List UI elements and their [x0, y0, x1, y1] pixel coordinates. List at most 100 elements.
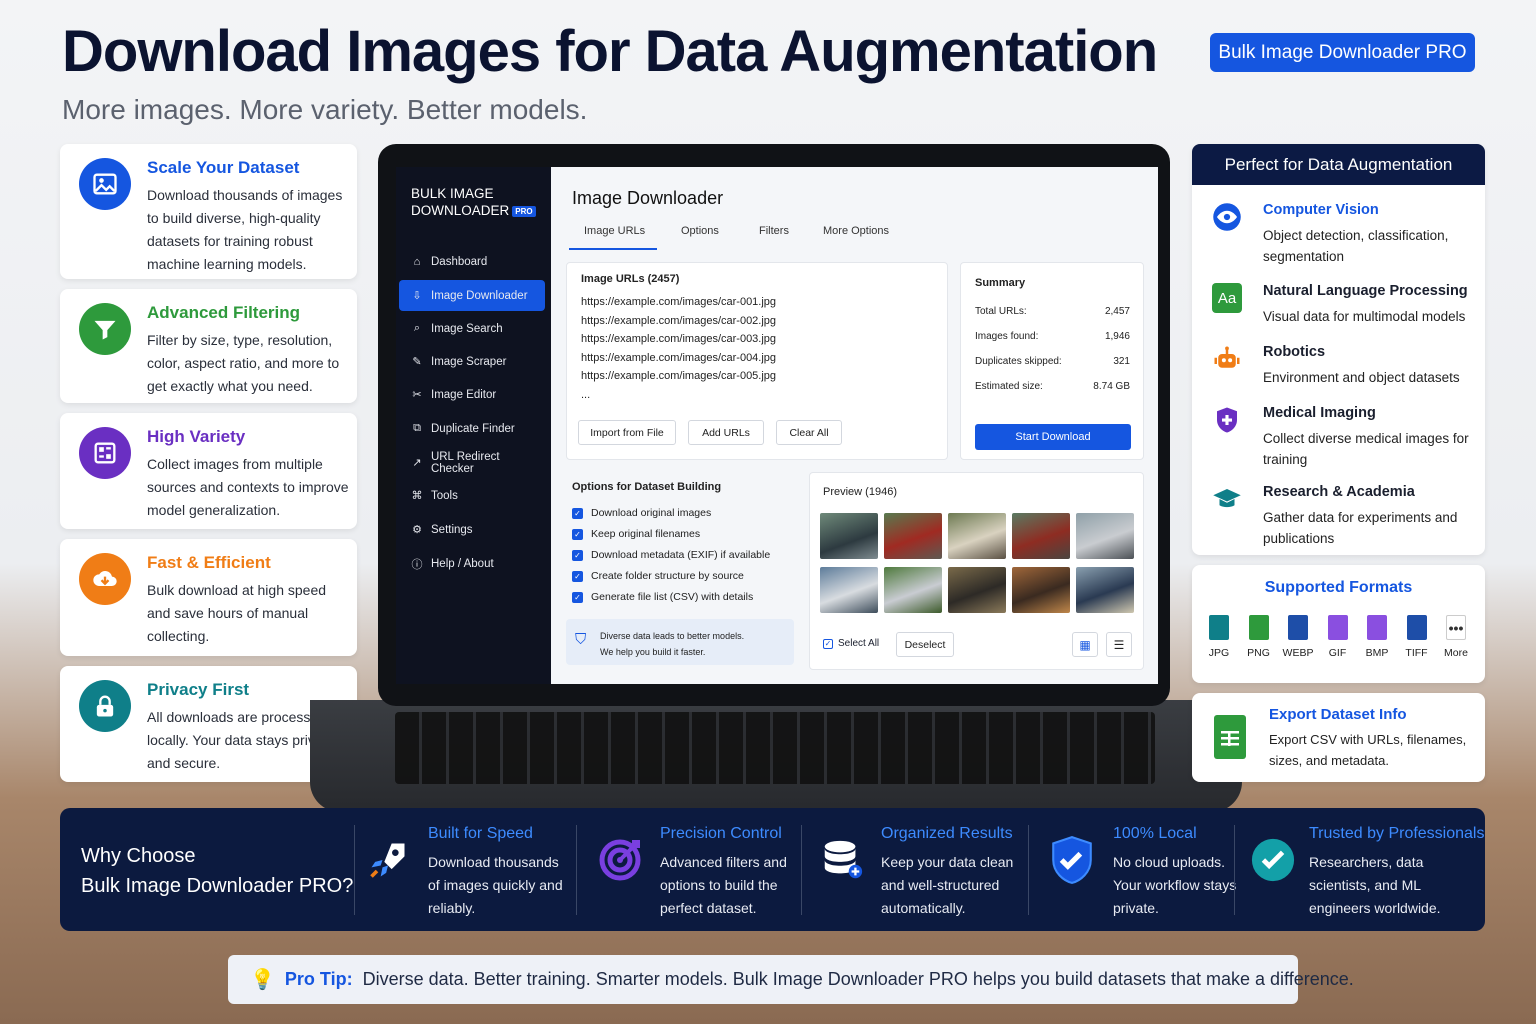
sidebar-item-settings[interactable]: ⚙ Settings [399, 514, 545, 545]
summary-title: Summary [975, 277, 1026, 289]
url-item[interactable]: https://example.com/images/car-004.jpg [581, 352, 776, 364]
page-title: Download Images for Data Augmentation [62, 19, 1158, 84]
graduation-cap-icon [1212, 484, 1242, 514]
file-icon [1367, 615, 1387, 640]
eye-icon [1212, 202, 1242, 232]
option-checkbox[interactable]: ✓ Keep original filenames [572, 528, 700, 540]
start-download-button[interactable]: Start Download [975, 424, 1131, 450]
option-checkbox[interactable]: ✓ Generate file list (CSV) with details [572, 591, 753, 603]
sidebar-item-image-editor[interactable]: ✂ Image Editor [399, 379, 545, 410]
file-icon [1406, 615, 1427, 640]
url-item[interactable]: https://example.com/images/car-001.jpg [581, 296, 776, 308]
url-item[interactable]: ... [581, 389, 590, 401]
preview-thumbnail[interactable] [884, 513, 942, 559]
add-urls-button[interactable]: Add URLs [688, 420, 764, 445]
url-item[interactable]: https://example.com/images/car-002.jpg [581, 315, 776, 327]
checkbox-checked-icon[interactable]: ✓ [572, 507, 583, 519]
crop-icon: ✂ [412, 389, 422, 401]
file-icon [1248, 615, 1269, 640]
import-file-button[interactable]: Import from File [578, 420, 676, 445]
file-icon [1288, 615, 1308, 640]
tab-options[interactable]: Options [681, 225, 719, 237]
export-title: Export Dataset Info [1269, 706, 1407, 723]
grid-view-icon[interactable]: ▦ [1072, 632, 1098, 657]
lightbulb-icon: 💡 [250, 969, 275, 991]
preview-thumbnail[interactable] [820, 567, 878, 613]
checkbox-checked-icon[interactable]: ✓ [572, 591, 583, 603]
formats-card: Supported Formats JPG PNG WEBP GIF BMP TIFF ••… [1192, 565, 1485, 683]
image-icon [79, 158, 131, 210]
sidebar-item-duplicate-finder[interactable]: ⧉ Duplicate Finder [399, 413, 545, 444]
sidebar-item-dashboard[interactable]: ⌂ Dashboard [399, 246, 545, 277]
app-brand: BULK IMAGE DOWNLOADER PRO [411, 185, 536, 220]
home-icon: ⌂ [413, 255, 421, 268]
summary-panel: Summary Total URLs: 2,457 Images found: 1,9… [960, 262, 1144, 460]
clear-all-button[interactable]: Clear All [776, 420, 842, 445]
option-checkbox[interactable]: ✓ Download metadata (EXIF) if available [572, 549, 770, 561]
laptop-keyboard [395, 712, 1155, 784]
target-icon [594, 834, 646, 886]
option-checkbox[interactable]: ✓ Create folder structure by source [572, 570, 744, 582]
shield-check-icon [1046, 834, 1098, 886]
pro-tip-text: Diverse data. Better training. Smarter m… [362, 969, 1354, 989]
sidebar-item-url-redirect-checker[interactable]: ↗ URL Redirect Checker [399, 447, 545, 478]
preview-thumbnail[interactable] [1076, 513, 1134, 559]
urls-panel: Image URLs (2457) https://example.com/im… [566, 262, 948, 460]
tip-note: ⛉ Diverse data leads to better models. W… [566, 619, 794, 665]
product-badge[interactable]: Bulk Image Downloader PRO [1210, 33, 1475, 72]
format-webp: WEBP [1280, 615, 1316, 659]
preview-thumbnail[interactable] [884, 567, 942, 613]
checkbox-checked-icon[interactable]: ✓ [572, 570, 583, 582]
sidebar-item-image-search[interactable]: ⌕ Image Search [399, 313, 545, 344]
tab-more-options[interactable]: More Options [823, 225, 889, 237]
summary-row: Total URLs: 2,457 [975, 306, 1130, 317]
option-checkbox[interactable]: ✓ Download original images [572, 507, 711, 519]
preview-thumbnail[interactable] [1076, 567, 1134, 613]
cloud-download-icon [79, 553, 131, 605]
pro-badge: PRO [512, 205, 536, 217]
sidebar-item-image-downloader[interactable]: ⇩ Image Downloader [399, 280, 545, 311]
usecases-list: Computer Vision Object detection, classi… [1192, 185, 1485, 555]
preview-thumbnail[interactable] [1012, 513, 1070, 559]
deselect-button[interactable]: Deselect [896, 632, 954, 657]
scraper-icon: ✎ [412, 356, 422, 368]
spreadsheet-icon [1214, 715, 1246, 759]
list-view-icon[interactable]: ☰ [1106, 632, 1132, 657]
format-bmp: BMP [1359, 615, 1395, 659]
feature-card-scale: Scale Your Dataset Download thousands of… [60, 144, 357, 279]
feature-desc: Download thousands of images to build di… [147, 187, 343, 272]
select-all-control[interactable]: ✓ Select All [823, 638, 879, 649]
preview-thumbnail[interactable] [948, 513, 1006, 559]
tab-image-urls[interactable]: Image URLs [584, 225, 645, 237]
checkbox-checked-icon[interactable]: ✓ [572, 549, 583, 561]
sidebar-item-help-about[interactable]: ⓘ Help / About [399, 548, 545, 579]
preview-panel: Preview (1946) ✓ Select All Deselect ▦ ☰ [809, 472, 1144, 670]
sidebar-item-label: Duplicate Finder [431, 422, 515, 435]
checkbox-icon[interactable]: ✓ [823, 638, 833, 649]
preview-thumbnail[interactable] [948, 567, 1006, 613]
checkbox-checked-icon[interactable]: ✓ [572, 528, 583, 540]
options-section: Options for Dataset Building ✓ Download o… [566, 472, 796, 672]
summary-row: Estimated size: 8.74 GB [975, 381, 1130, 392]
duplicate-icon: ⧉ [413, 422, 421, 434]
check-circle-icon [1247, 834, 1299, 886]
sidebar-item-image-scraper[interactable]: ✎ Image Scraper [399, 346, 545, 377]
filter-icon [79, 303, 131, 355]
sidebar-item-label: Image Scraper [431, 355, 507, 368]
tip-note-text: Diverse data leads to better models. We … [600, 631, 745, 657]
sidebar-item-tools[interactable]: ⌘ Tools [399, 480, 545, 511]
more-icon: ••• [1446, 615, 1466, 640]
summary-row: Duplicates skipped: 321 [975, 356, 1130, 367]
preview-thumbnail[interactable] [1012, 567, 1070, 613]
feature-desc: Filter by size, type, resolution, color,… [147, 332, 340, 394]
url-item[interactable]: https://example.com/images/car-003.jpg [581, 333, 776, 345]
sidebar-item-label: Image Downloader [431, 289, 528, 302]
info-icon: ⓘ [411, 558, 423, 571]
format-png: PNG [1241, 615, 1277, 659]
url-item[interactable]: https://example.com/images/car-005.jpg [581, 370, 776, 382]
feature-title: Privacy First [147, 680, 250, 699]
why-heading: Why Choose Bulk Image Downloader PRO? [81, 845, 354, 897]
export-card: Export Dataset Info Export CSV with URLs… [1192, 693, 1485, 782]
tab-filters[interactable]: Filters [759, 225, 789, 237]
preview-thumbnail[interactable] [820, 513, 878, 559]
